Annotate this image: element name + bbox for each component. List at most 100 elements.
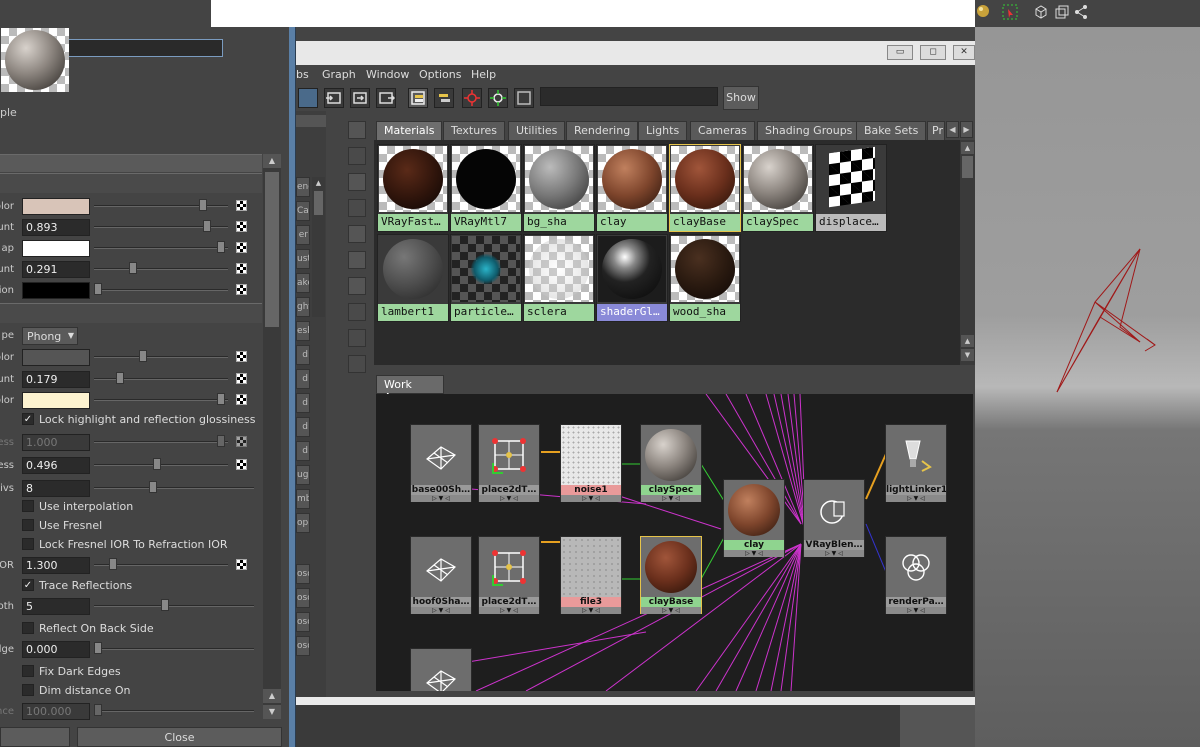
- tab-projects[interactable]: Pr: [927, 121, 945, 140]
- scroll-up-arrow[interactable]: ▲: [961, 142, 974, 154]
- close-button[interactable]: Close: [77, 727, 282, 747]
- scroll-up-arrow-bottom[interactable]: ▲: [263, 689, 281, 703]
- slider-track[interactable]: [94, 205, 228, 207]
- material-swatch-item[interactable]: VRayMtl7: [450, 144, 522, 232]
- reflection-section-header[interactable]: [0, 303, 262, 323]
- amount-field[interactable]: 0.179: [22, 371, 90, 388]
- material-swatch-item[interactable]: wood_sha: [669, 234, 741, 322]
- lock-fresnel-checkbox[interactable]: [22, 538, 34, 550]
- slider-knob[interactable]: [94, 642, 102, 654]
- amount-field[interactable]: 0.893: [22, 219, 90, 236]
- material-swatch-item[interactable]: shaderGl…: [596, 234, 668, 322]
- reflect-back-checkbox[interactable]: [22, 622, 34, 634]
- use-interpolation-checkbox[interactable]: [22, 500, 34, 512]
- scroll-down-arrow[interactable]: ▼: [263, 705, 281, 719]
- slider-track[interactable]: [94, 648, 254, 650]
- map-button-icon[interactable]: [236, 459, 247, 470]
- graph-node[interactable]: noise1 ▷ ▼ ◁: [560, 424, 622, 502]
- dim-distance-field[interactable]: 100.000: [22, 703, 90, 720]
- subsection-header[interactable]: [0, 173, 262, 193]
- tab-materials[interactable]: Materials: [376, 121, 443, 140]
- cube-icon[interactable]: [1033, 4, 1049, 20]
- reverse-order-icon[interactable]: [348, 329, 366, 347]
- close-icon[interactable]: ✕: [953, 45, 975, 60]
- map-button-icon[interactable]: [236, 221, 247, 232]
- tab-scroll-right-icon[interactable]: ▶: [960, 121, 973, 138]
- create-item[interactable]: ake: [296, 273, 310, 293]
- graph-network-icon[interactable]: [298, 88, 318, 108]
- slider-knob[interactable]: [129, 262, 137, 274]
- material-swatch-item[interactable]: clay: [596, 144, 668, 232]
- rearrange-graph-icon[interactable]: [434, 88, 454, 108]
- slider-knob[interactable]: [139, 350, 147, 362]
- create-item[interactable]: ence: [296, 177, 310, 197]
- reflection-glossiness-field[interactable]: 0.496: [22, 457, 90, 474]
- node-graph-canvas[interactable]: base00Sh… ▷ ▼ ◁ place2dT… ▷ ▼ ◁ noise1 ▷…: [376, 394, 973, 691]
- menu-options[interactable]: Options: [419, 68, 461, 81]
- graph-node[interactable]: base00Sh… ▷ ▼ ◁: [410, 424, 472, 502]
- graph-node[interactable]: claySpec ▷ ▼ ◁: [640, 424, 702, 502]
- menu-window[interactable]: Window: [366, 68, 409, 81]
- graph-upstream-icon[interactable]: [514, 88, 534, 108]
- map-button-icon[interactable]: [236, 436, 247, 447]
- lock-highlight-checkbox[interactable]: ✓: [22, 413, 34, 425]
- use-fresnel-checkbox[interactable]: [22, 519, 34, 531]
- minimize-icon[interactable]: ▭: [887, 45, 913, 60]
- create-item[interactable]: osd: [296, 612, 310, 632]
- bottom-left-button[interactable]: [0, 727, 70, 747]
- slider-knob[interactable]: [161, 599, 169, 611]
- scroll-thumb[interactable]: [265, 172, 279, 327]
- show-button[interactable]: Show: [723, 86, 759, 110]
- sort-by-type-icon[interactable]: [348, 277, 366, 295]
- slider-knob[interactable]: [153, 458, 161, 470]
- graph-node[interactable]: file3 ▷ ▼ ◁: [560, 536, 622, 614]
- edge-field[interactable]: 0.000: [22, 641, 90, 658]
- graph-materials-icon[interactable]: [462, 88, 482, 108]
- select-icon[interactable]: [1002, 4, 1018, 20]
- slider-track[interactable]: [94, 399, 228, 401]
- graph-node[interactable]: clayBase ▷ ▼ ◁: [640, 536, 702, 614]
- search-input[interactable]: [540, 87, 718, 106]
- reflection-color-swatch[interactable]: [22, 349, 90, 366]
- create-item[interactable]: osd: [296, 564, 310, 584]
- attribute-scrollbar[interactable]: ▲ ▲ ▼: [263, 154, 281, 719]
- max-depth-field[interactable]: 5: [22, 598, 90, 615]
- brdf-type-dropdown[interactable]: Phong ▼: [22, 327, 78, 345]
- trace-reflections-checkbox[interactable]: ✓: [22, 579, 34, 591]
- diffuse-color-swatch[interactable]: [22, 198, 90, 215]
- create-item[interactable]: er F: [296, 225, 310, 245]
- menu-help[interactable]: Help: [471, 68, 496, 81]
- fresnel-ior-field[interactable]: 1.300: [22, 557, 90, 574]
- slider-track[interactable]: [94, 464, 228, 466]
- slider-track[interactable]: [94, 487, 254, 489]
- graph-node[interactable]: clay ▷ ▼ ◁: [723, 479, 785, 557]
- material-swatch-item[interactable]: displace…: [815, 144, 887, 232]
- tab-bake-sets[interactable]: Bake Sets: [856, 121, 927, 140]
- dim-distance-checkbox[interactable]: [22, 684, 34, 696]
- hilight-glossiness-field[interactable]: 1.000: [22, 434, 90, 451]
- material-swatch-item[interactable]: particle…: [450, 234, 522, 322]
- scroll-down-arrow[interactable]: ▼: [961, 349, 974, 361]
- tab-scroll-left-icon[interactable]: ◀: [946, 121, 959, 138]
- tab-cameras[interactable]: Cameras: [690, 121, 755, 140]
- black-color-swatch[interactable]: [22, 282, 90, 299]
- graph-node[interactable]: VRayBlen… ▷ ▼ ◁: [803, 479, 865, 557]
- slider-track[interactable]: [94, 710, 254, 712]
- map-button-icon[interactable]: [236, 242, 247, 253]
- tab-utilities[interactable]: Utilities: [508, 121, 566, 140]
- menu-graph[interactable]: Graph: [322, 68, 356, 81]
- create-item[interactable]: ust: [296, 249, 310, 269]
- grid-icon[interactable]: [348, 147, 366, 165]
- graph-node[interactable]: [410, 648, 472, 691]
- slider-track[interactable]: [94, 378, 228, 380]
- scroll-thumb[interactable]: [314, 191, 323, 215]
- scroll-thumb[interactable]: [962, 156, 973, 178]
- subdivs-field[interactable]: 8: [22, 480, 90, 497]
- section-header[interactable]: [0, 154, 262, 172]
- create-item[interactable]: ght: [296, 297, 310, 317]
- create-item[interactable]: d W: [296, 441, 310, 461]
- create-item[interactable]: d H: [296, 393, 310, 413]
- clear-graph-icon[interactable]: [408, 88, 428, 108]
- map-button-icon[interactable]: [236, 559, 247, 570]
- slider-knob[interactable]: [203, 220, 211, 232]
